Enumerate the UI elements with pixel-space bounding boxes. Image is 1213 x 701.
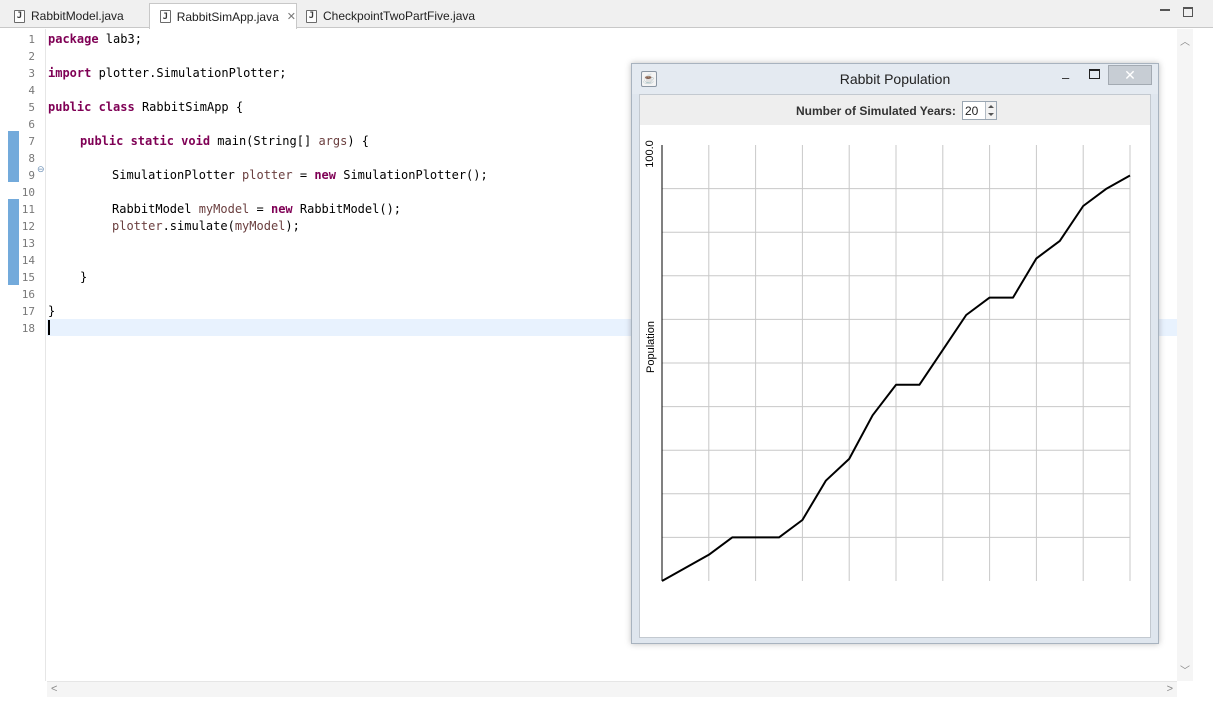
line-number: 12	[21, 220, 35, 233]
java-file-icon: J	[306, 9, 317, 23]
line-number: 2	[28, 50, 35, 63]
window-title: Rabbit Population	[839, 71, 951, 87]
chart-svg: Population 100.0	[644, 140, 1131, 582]
tab-label: RabbitSimApp.java	[176, 9, 279, 24]
change-marker	[8, 131, 19, 182]
line-number: 15	[21, 271, 35, 284]
line-number: 14	[21, 254, 35, 267]
line-number: 8	[28, 152, 35, 165]
code-line: package lab3;	[48, 32, 142, 46]
line-number: 6	[28, 118, 35, 131]
line-number: 16	[21, 288, 35, 301]
line-number: 18	[21, 322, 35, 335]
line-number: 7	[28, 135, 35, 148]
line-number: 4	[28, 84, 35, 97]
years-spinner[interactable]: 20	[962, 101, 997, 120]
y-tick-label: 100.0	[644, 140, 656, 168]
tab-rabbitmodel[interactable]: J RabbitModel.java	[4, 4, 124, 28]
code-line: public class RabbitSimApp {	[48, 100, 244, 114]
scroll-right-icon[interactable]: >	[1167, 683, 1173, 695]
population-chart: Population 100.0	[640, 125, 1150, 637]
controls-panel: Number of Simulated Years: 20	[640, 95, 1150, 125]
vertical-scrollbar[interactable]: ︿ ﹀	[1177, 29, 1193, 681]
line-number: 1	[28, 33, 35, 46]
code-line: }	[80, 270, 88, 284]
spinner-buttons	[985, 102, 996, 119]
line-number: 11	[21, 203, 35, 216]
line-number: 13	[21, 237, 35, 250]
years-value[interactable]: 20	[965, 104, 978, 118]
tab-label: RabbitModel.java	[31, 9, 124, 23]
line-number-gutter: 1 2 3 4 5 6 7 8 9 10 11 12 13 14 15 16 1…	[8, 29, 46, 681]
line-number: 17	[21, 305, 35, 318]
maximize-view-icon[interactable]	[1183, 7, 1193, 17]
window-content: Number of Simulated Years: 20 Population…	[639, 94, 1151, 638]
spinner-down-icon[interactable]	[988, 113, 994, 116]
java-file-icon: J	[160, 10, 171, 23]
line-number: 5	[28, 101, 35, 114]
rabbit-population-window: ☕ Rabbit Population – ✕ Number of Simula…	[631, 63, 1159, 644]
minimize-view-icon[interactable]	[1159, 7, 1171, 19]
window-titlebar[interactable]: ☕ Rabbit Population – ✕	[632, 64, 1158, 94]
line-number: 9	[28, 169, 35, 182]
close-window-button[interactable]: ✕	[1108, 65, 1152, 85]
tab-checkpointtwopartfive[interactable]: J CheckpointTwoPartFive.java	[296, 4, 475, 28]
code-line: plotter.simulate(myModel);	[112, 219, 300, 233]
tab-rabbitsimapp[interactable]: J RabbitSimApp.java ✕	[149, 3, 297, 29]
chart-grid	[661, 145, 1131, 581]
code-line: }	[48, 304, 56, 318]
close-icon[interactable]: ✕	[287, 10, 296, 23]
y-axis-label: Population	[645, 321, 657, 373]
line-number: 3	[28, 67, 35, 80]
fold-collapse-icon[interactable]: ⊖	[37, 164, 45, 175]
eclipse-ide: J RabbitModel.java J RabbitSimApp.java ✕…	[0, 0, 1213, 701]
maximize-icon[interactable]	[1089, 69, 1100, 79]
years-label: Number of Simulated Years:	[796, 104, 956, 118]
tab-label: CheckpointTwoPartFive.java	[323, 9, 476, 23]
code-line: import plotter.SimulationPlotter;	[48, 66, 287, 80]
text-caret	[48, 320, 50, 335]
spinner-up-icon[interactable]	[988, 105, 994, 108]
editor-tab-bar: J RabbitModel.java J RabbitSimApp.java ✕…	[0, 0, 1213, 29]
scroll-up-icon[interactable]: ︿	[1180, 33, 1190, 48]
scroll-left-icon[interactable]: <	[51, 683, 57, 695]
minimize-icon[interactable]: –	[1062, 70, 1069, 85]
code-line: public static void main(String[] args) {	[80, 134, 370, 148]
change-marker	[8, 199, 19, 285]
code-line: SimulationPlotter plotter = new Simulati…	[112, 168, 488, 182]
code-line: RabbitModel myModel = new RabbitModel();	[112, 202, 402, 216]
scroll-down-icon[interactable]: ﹀	[1180, 662, 1190, 677]
java-file-icon: J	[14, 9, 25, 23]
horizontal-scrollbar[interactable]: < >	[47, 681, 1177, 697]
line-number: 10	[21, 186, 35, 199]
